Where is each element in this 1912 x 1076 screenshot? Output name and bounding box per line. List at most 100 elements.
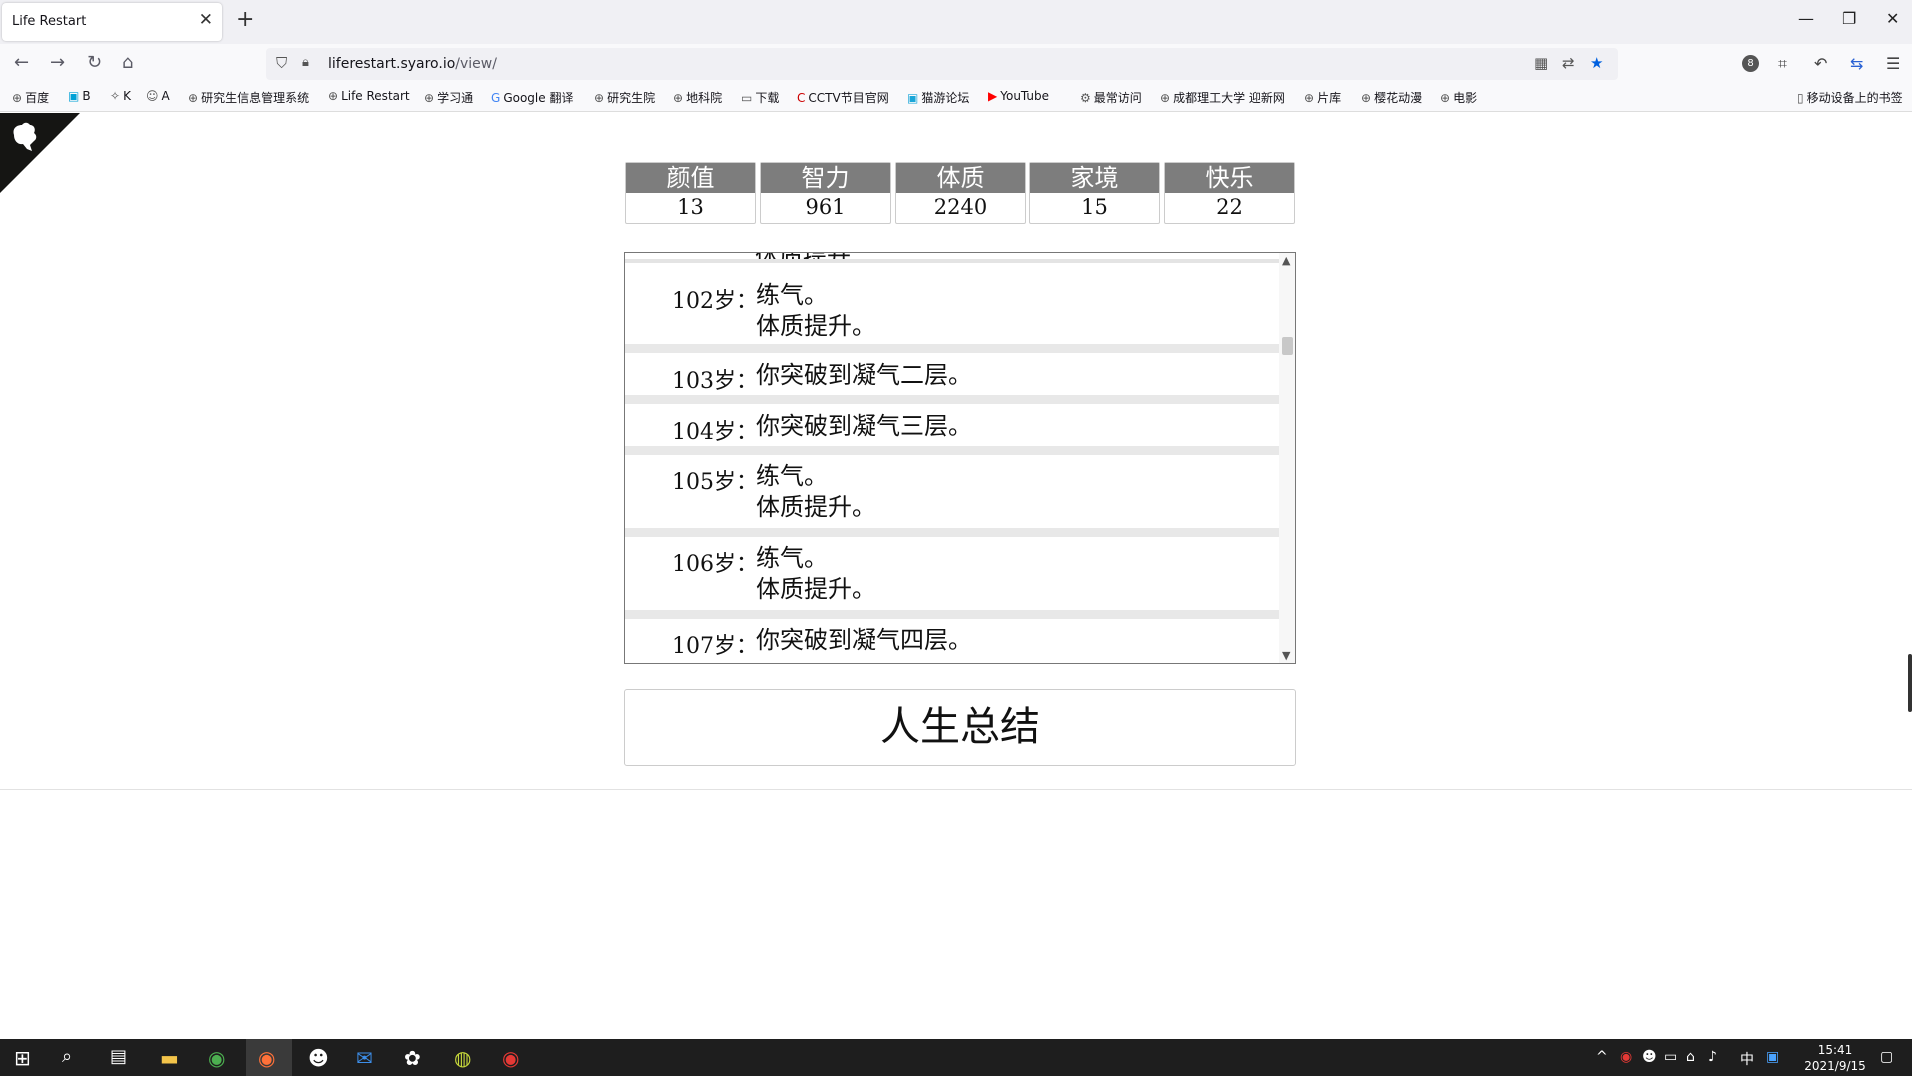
reload-icon[interactable]: ↻: [87, 52, 102, 73]
bookmark-item[interactable]: ⊕ Life Restart: [328, 89, 410, 103]
bookmarks-toolbar: ⊕ 百度 ▣ B ✧ K ☺ A ⊕ 研究生信息管理系统 ⊕ Life Restart ⊕ 学…: [0, 84, 1912, 112]
mail-app-icon[interactable]: ✉: [356, 1046, 373, 1070]
globe-icon: ⊕: [1440, 91, 1451, 105]
property-label: 智力: [761, 163, 890, 193]
mobile-icon: ▯: [1797, 91, 1804, 105]
record-icon[interactable]: ◉: [502, 1046, 519, 1070]
scrollbar[interactable]: ▲ ▼: [1279, 253, 1295, 663]
bookmark-item[interactable]: ⚙ 最常访问: [1080, 89, 1142, 106]
bookmark-item[interactable]: C CCTV节目官网: [797, 89, 889, 106]
notification-icon[interactable]: ▢: [1880, 1049, 1893, 1065]
qq-tray-icon[interactable]: ☻: [1642, 1049, 1657, 1065]
translate-page-icon[interactable]: ⇄: [1562, 54, 1575, 72]
scroll-down-icon[interactable]: ▼: [1282, 649, 1290, 662]
bookmark-item[interactable]: ⊕ 成都理工大学 迎新网: [1160, 89, 1285, 106]
scroll-up-icon[interactable]: ▲: [1282, 254, 1290, 267]
github-corner-icon: [0, 113, 80, 193]
app-icon[interactable]: ✿: [404, 1046, 421, 1070]
clock[interactable]: 15:41 2021/9/15: [1800, 1042, 1870, 1074]
file-explorer-icon[interactable]: ▬: [160, 1046, 179, 1070]
address-bar[interactable]: ⛉ 🔒︎ liferestart.syaro.io/view/ ▦ ⇄ ★: [266, 48, 1618, 80]
chevron-up-icon[interactable]: ^: [1596, 1049, 1608, 1065]
minimize-icon[interactable]: —: [1798, 9, 1814, 28]
taskbar: ⊞ ⌕ ▤ ▬ ◉ ◉ ☻ ✉ ✿ ◍ ◉ ^ ◉ ☻ ▭ ⌂ ♪ 中 ▣ 15…: [0, 1039, 1912, 1076]
divider: [0, 789, 1912, 790]
back-icon[interactable]: ←: [14, 52, 29, 73]
chrome-icon[interactable]: ◉: [208, 1046, 225, 1070]
menu-icon[interactable]: ☰: [1886, 54, 1900, 73]
bilibili-icon: ▣: [68, 89, 80, 103]
bookmark-item[interactable]: ▶ YouTube: [988, 89, 1049, 103]
globe-icon: ⊕: [424, 91, 435, 105]
bookmark-item[interactable]: ☺ A: [146, 89, 170, 103]
translate-icon: G: [491, 91, 501, 105]
list-item: 102岁： 练气。 体质提升。: [625, 271, 1280, 353]
firefox-icon[interactable]: ◉: [258, 1046, 275, 1070]
restore-icon[interactable]: ❐: [1842, 9, 1856, 28]
property-strength: 体质 2240: [895, 162, 1026, 224]
shield-icon[interactable]: ⛉: [276, 54, 287, 72]
close-tab-icon[interactable]: ✕: [199, 10, 213, 30]
translator-extension-icon[interactable]: ⇆: [1850, 54, 1863, 73]
crop-icon[interactable]: ⌗: [1778, 54, 1787, 74]
undo-icon[interactable]: ↶: [1814, 54, 1827, 73]
scrollbar-thumb[interactable]: [1282, 337, 1293, 355]
qq-icon[interactable]: ☻: [308, 1046, 329, 1070]
property-value: 2240: [933, 195, 988, 219]
github-corner-link[interactable]: [0, 113, 80, 193]
tray-app-icon[interactable]: ▣: [1766, 1049, 1779, 1065]
bookmark-item[interactable]: ⊕ 电影: [1440, 89, 1477, 106]
event-text: 练气。: [756, 281, 828, 309]
extension-badge-icon[interactable]: 8: [1742, 55, 1759, 72]
bookmark-item[interactable]: ⊕ 百度: [12, 89, 49, 106]
home-icon[interactable]: ⌂: [122, 52, 133, 73]
life-summary-button[interactable]: 人生总结: [624, 689, 1296, 766]
windows-start-icon[interactable]: ⊞: [14, 1046, 31, 1070]
age-label: 102岁：: [672, 289, 758, 314]
globe-icon: ⊕: [1361, 91, 1372, 105]
bookmark-item[interactable]: ⊕ 研究生院: [594, 89, 655, 106]
record-tray-icon[interactable]: ◉: [1620, 1049, 1632, 1065]
qr-code-icon[interactable]: ▦: [1534, 54, 1548, 72]
search-icon[interactable]: ⌕: [62, 1046, 72, 1067]
bookmark-item[interactable]: ⊕ 樱花动漫: [1361, 89, 1422, 106]
list-item: 105岁： 练气。 体质提升。: [625, 455, 1280, 537]
battery-icon[interactable]: ▭: [1664, 1049, 1677, 1065]
list-item: 107岁： 你突破到凝气四层。: [625, 619, 1280, 663]
app-icon[interactable]: ◍: [454, 1046, 471, 1070]
cctv-icon: C: [797, 91, 806, 105]
tab-life-restart[interactable]: Life Restart ✕: [2, 3, 222, 41]
bookmark-star-icon[interactable]: ★: [1590, 54, 1603, 72]
mobile-bookmarks[interactable]: ▯ 移动设备上的书签: [1797, 89, 1903, 106]
tab-title: Life Restart: [12, 14, 87, 29]
age-label: 107岁：: [672, 634, 758, 659]
network-icon[interactable]: ⌂: [1686, 1049, 1695, 1065]
gear-icon: ⚙: [1080, 91, 1091, 105]
bookmark-item[interactable]: ▭ 下载: [741, 89, 779, 106]
date: 2021/9/15: [1804, 1059, 1866, 1073]
property-spirit: 快乐 22: [1164, 162, 1295, 224]
bookmark-item[interactable]: ✧ K: [110, 89, 131, 103]
bookmark-item[interactable]: ▣ 猫游论坛: [907, 89, 969, 106]
bookmark-item[interactable]: ⊕ 学习通: [424, 89, 473, 106]
event-text: 练气。: [756, 544, 828, 572]
bookmark-item[interactable]: ⊕ 地科院: [673, 89, 722, 106]
life-trajectory-list[interactable]: 体质提升。 102岁： 练气。 体质提升。 103岁： 你突破到凝气二层。 10…: [624, 252, 1296, 664]
event-text: 你突破到凝气二层。: [756, 361, 972, 389]
ime-indicator[interactable]: 中: [1740, 1049, 1754, 1069]
close-window-icon[interactable]: ✕: [1886, 9, 1899, 28]
time: 15:41: [1817, 1043, 1853, 1057]
bookmark-item[interactable]: ⊕ 片库: [1304, 89, 1341, 106]
bookmark-item[interactable]: ⊕ 研究生信息管理系统: [188, 89, 309, 106]
task-view-icon[interactable]: ▤: [110, 1046, 127, 1067]
forward-icon[interactable]: →: [50, 52, 65, 73]
event-text: 体质提升。: [756, 493, 876, 521]
volume-icon[interactable]: ♪: [1708, 1049, 1717, 1065]
lock-icon[interactable]: 🔒︎: [302, 55, 309, 70]
new-tab-button[interactable]: +: [236, 7, 254, 32]
bookmark-item[interactable]: ▣ B: [68, 89, 91, 103]
bookmark-item[interactable]: G Google 翻译: [491, 89, 573, 106]
globe-icon: ⊕: [328, 89, 339, 103]
globe-icon: ⊕: [188, 91, 199, 105]
url-text[interactable]: liferestart.syaro.io/view/: [328, 56, 497, 72]
